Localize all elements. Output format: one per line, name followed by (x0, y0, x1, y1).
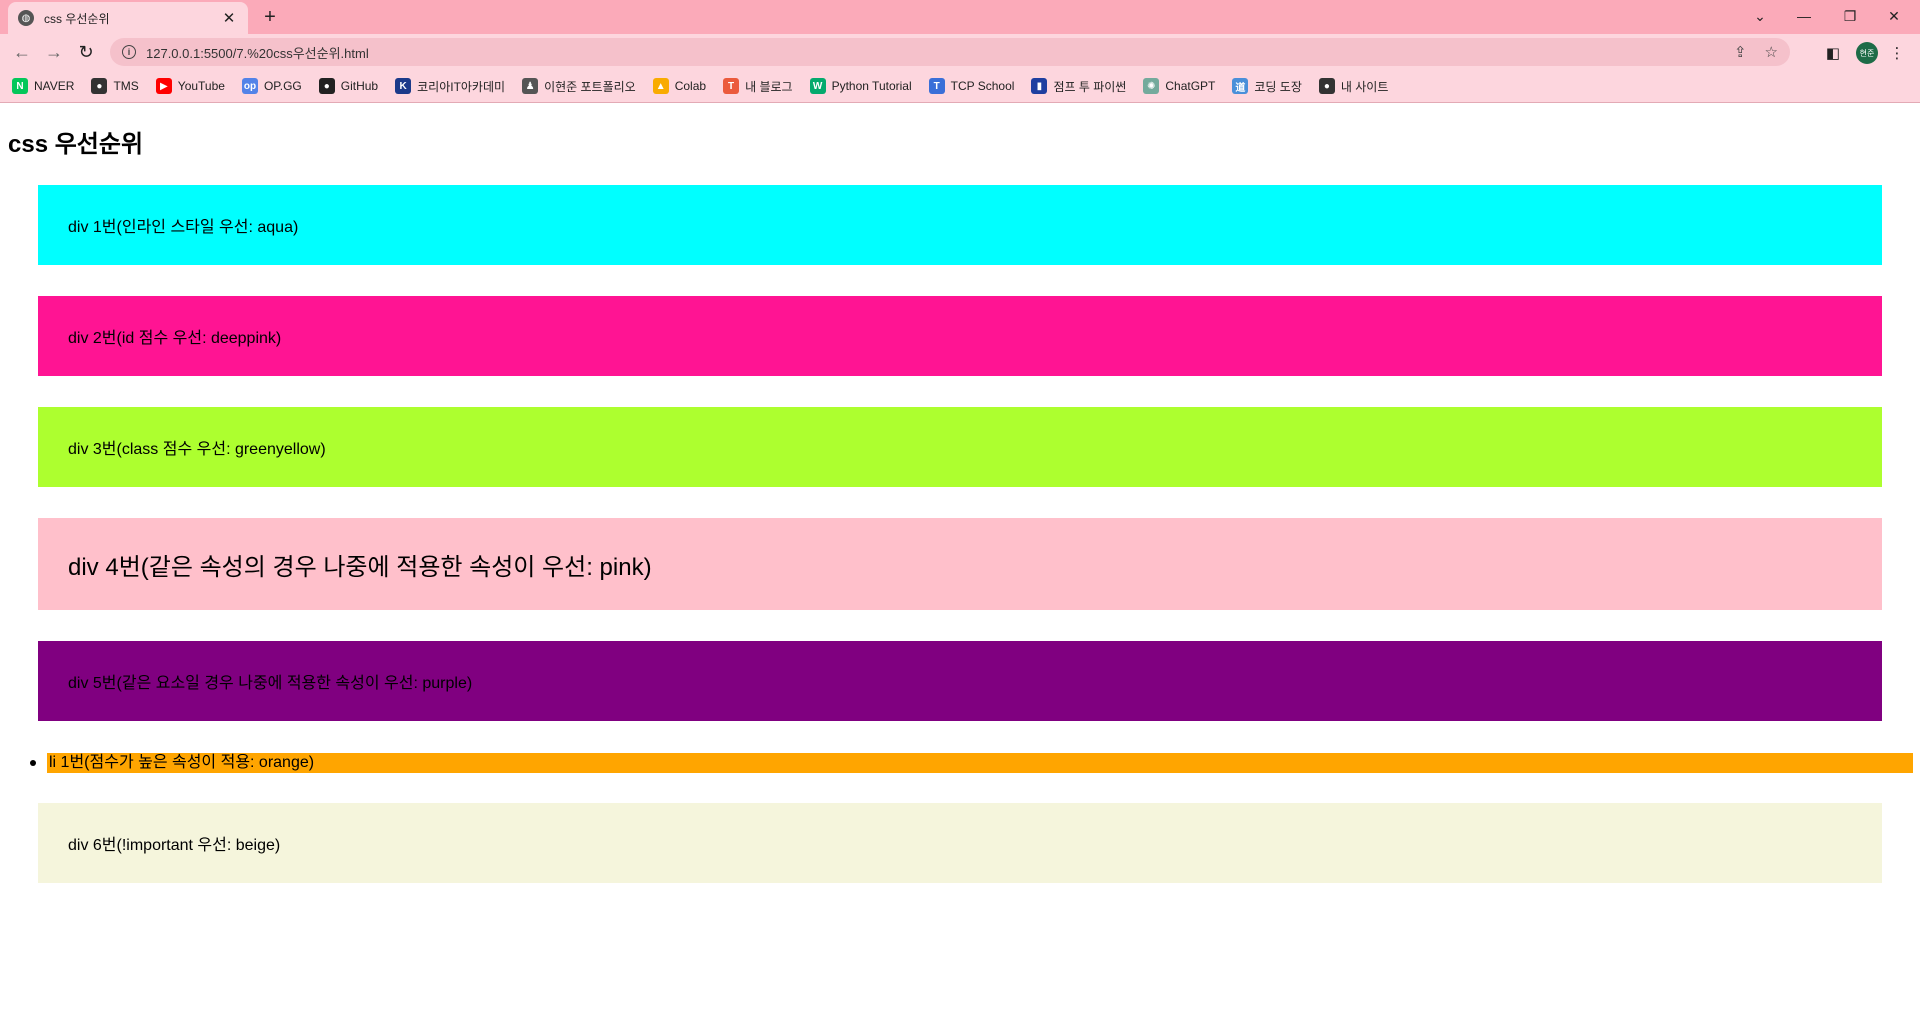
bookmark-item[interactable]: op OP.GG (241, 78, 302, 94)
div-6-box: div 6번(!important 우선: beige) (38, 803, 1882, 883)
bookmark-favicon-icon: N (12, 78, 28, 94)
div-5-text: div 5번(같은 요소일 경우 나중에 적용한 속성이 우선: purple) (68, 675, 473, 692)
bookmark-label: 코딩 도장 (1254, 79, 1302, 94)
bookmark-item[interactable]: ✺ ChatGPT (1143, 78, 1215, 94)
list-item-row: li 1번(점수가 높은 속성이 적용: orange) (30, 753, 1913, 773)
div-1-box: div 1번(인라인 스타일 우선: aqua) (38, 185, 1882, 265)
profile-avatar[interactable]: 현준 (1856, 42, 1878, 64)
bookmark-favicon-icon: ▶ (155, 78, 172, 94)
div-4-box: div 4번(같은 속성의 경우 나중에 적용한 속성이 우선: pink) (38, 518, 1882, 610)
div-4-text: div 4번(같은 속성의 경우 나중에 적용한 속성이 우선: pink) (68, 553, 652, 581)
restore-button[interactable]: ❐ (1828, 4, 1872, 28)
browser-chrome: ◍ css 우선순위 ✕ + ⌄ — ❐ ✕ ← → ↻ i 127.0.0.1… (0, 0, 1920, 103)
bookmark-label: NAVER (34, 79, 75, 93)
bookmark-favicon-icon: T (723, 78, 740, 94)
bookmark-item[interactable]: ♟ 이현준 포트폴리오 (522, 78, 636, 95)
div-3-box: div 3번(class 점수 우선: greenyellow) (38, 407, 1882, 487)
bookmark-favicon-icon: ▲ (652, 78, 669, 94)
bookmark-star-icon[interactable]: ☆ (1765, 43, 1778, 61)
menu-icon[interactable]: ⋮ (1886, 42, 1908, 64)
bookmark-label: Colab (674, 79, 707, 93)
bookmark-item[interactable]: ▶ YouTube (155, 78, 225, 94)
bookmark-favicon-icon: ● (1318, 78, 1335, 94)
div-6-text: div 6번(!important 우선: beige) (68, 837, 281, 854)
bookmark-item[interactable]: T 내 블로그 (723, 78, 793, 95)
bookmark-favicon-icon: 道 (1232, 78, 1249, 94)
bookmark-favicon-icon: ▮ (1031, 78, 1048, 94)
bookmark-label: YouTube (177, 79, 225, 93)
bookmark-favicon-icon: ● (91, 78, 108, 94)
bookmark-item[interactable]: ● 내 사이트 (1318, 78, 1389, 95)
bookmark-favicon-icon: ✺ (1143, 78, 1160, 94)
bookmark-item[interactable]: W Python Tutorial (809, 78, 912, 94)
bookmark-label: GitHub (340, 79, 379, 93)
div-2-text: div 2번(id 점수 우선: deeppink) (68, 330, 282, 347)
page-content: css 우선순위 div 1번(인라인 스타일 우선: aqua) div 2번… (0, 103, 1920, 1033)
bookmarks-bar: N NAVER ● TMS ▶ YouTube op OP.GG ● GitHub K 코리아IT아카… (0, 70, 1920, 103)
new-tab-button[interactable]: + (258, 5, 282, 29)
forward-button[interactable]: → (42, 40, 66, 64)
globe-icon: ◍ (18, 10, 34, 26)
tab-close-icon[interactable]: ✕ (220, 9, 238, 27)
bookmark-item[interactable]: ● GitHub (318, 78, 379, 94)
bookmark-item[interactable]: 道 코딩 도장 (1232, 78, 1302, 95)
bookmark-favicon-icon: W (809, 78, 826, 94)
page-title: css 우선순위 (8, 131, 144, 158)
bookmark-item[interactable]: ▮ 점프 투 파이썬 (1031, 78, 1126, 95)
bookmark-favicon-icon: T (928, 78, 945, 94)
bookmark-label: 코리아IT아카데미 (417, 79, 506, 94)
reload-button[interactable]: ↻ (74, 40, 98, 64)
tab-search-icon[interactable]: ⌄ (1738, 4, 1782, 28)
bookmark-label: 이현준 포트폴리오 (544, 79, 636, 94)
bookmark-item[interactable]: K 코리아IT아카데미 (395, 78, 505, 95)
tab-strip: ◍ css 우선순위 ✕ + ⌄ — ❐ ✕ (0, 0, 1920, 34)
bookmark-item[interactable]: ▲ Colab (652, 78, 707, 94)
back-button[interactable]: ← (10, 40, 34, 64)
address-url[interactable]: 127.0.0.1:5500/7.%20css우선순위.html (146, 43, 1716, 62)
div-5-box: div 5번(같은 요소일 경우 나중에 적용한 속성이 우선: purple) (38, 641, 1882, 721)
list-item: li 1번(점수가 높은 속성이 적용: orange) (47, 753, 1913, 773)
div-2-box: div 2번(id 점수 우선: deeppink) (38, 296, 1882, 376)
bullet-icon (30, 760, 36, 766)
div-3-text: div 3번(class 점수 우선: greenyellow) (68, 441, 326, 458)
bookmark-label: Python Tutorial (831, 79, 912, 93)
bookmark-label: ChatGPT (1165, 79, 1216, 93)
site-info-icon[interactable]: i (122, 45, 136, 59)
bookmark-label: 점프 투 파이썬 (1053, 79, 1127, 94)
tab-active[interactable]: ◍ css 우선순위 ✕ (8, 2, 248, 34)
bookmark-label: OP.GG (263, 79, 302, 93)
bookmark-item[interactable]: ● TMS (91, 78, 139, 94)
share-icon[interactable]: ⇪ (1734, 43, 1747, 61)
bookmark-favicon-icon: ● (318, 78, 335, 94)
bookmark-item[interactable]: T TCP School (928, 78, 1015, 94)
minimize-button[interactable]: — (1782, 4, 1826, 28)
div-1-text: div 1번(인라인 스타일 우선: aqua) (68, 219, 299, 236)
bookmark-label: TMS (113, 79, 139, 93)
bookmark-item[interactable]: N NAVER (12, 78, 74, 94)
browser-toolbar: ← → ↻ i 127.0.0.1:5500/7.%20css우선순위.html… (0, 34, 1920, 70)
bookmark-label: TCP School (950, 79, 1015, 93)
bookmark-favicon-icon: K (395, 78, 412, 94)
bookmark-label: 내 사이트 (1340, 79, 1389, 94)
address-bar[interactable]: i 127.0.0.1:5500/7.%20css우선순위.html ⇪ ☆ (110, 38, 1790, 66)
tab-title: css 우선순위 (44, 11, 110, 26)
bookmark-favicon-icon: ♟ (522, 78, 539, 94)
bookmark-favicon-icon: op (241, 78, 258, 94)
side-panel-icon[interactable]: ◧ (1822, 42, 1844, 64)
window-close-button[interactable]: ✕ (1872, 4, 1916, 28)
bookmark-label: 내 블로그 (745, 79, 793, 94)
